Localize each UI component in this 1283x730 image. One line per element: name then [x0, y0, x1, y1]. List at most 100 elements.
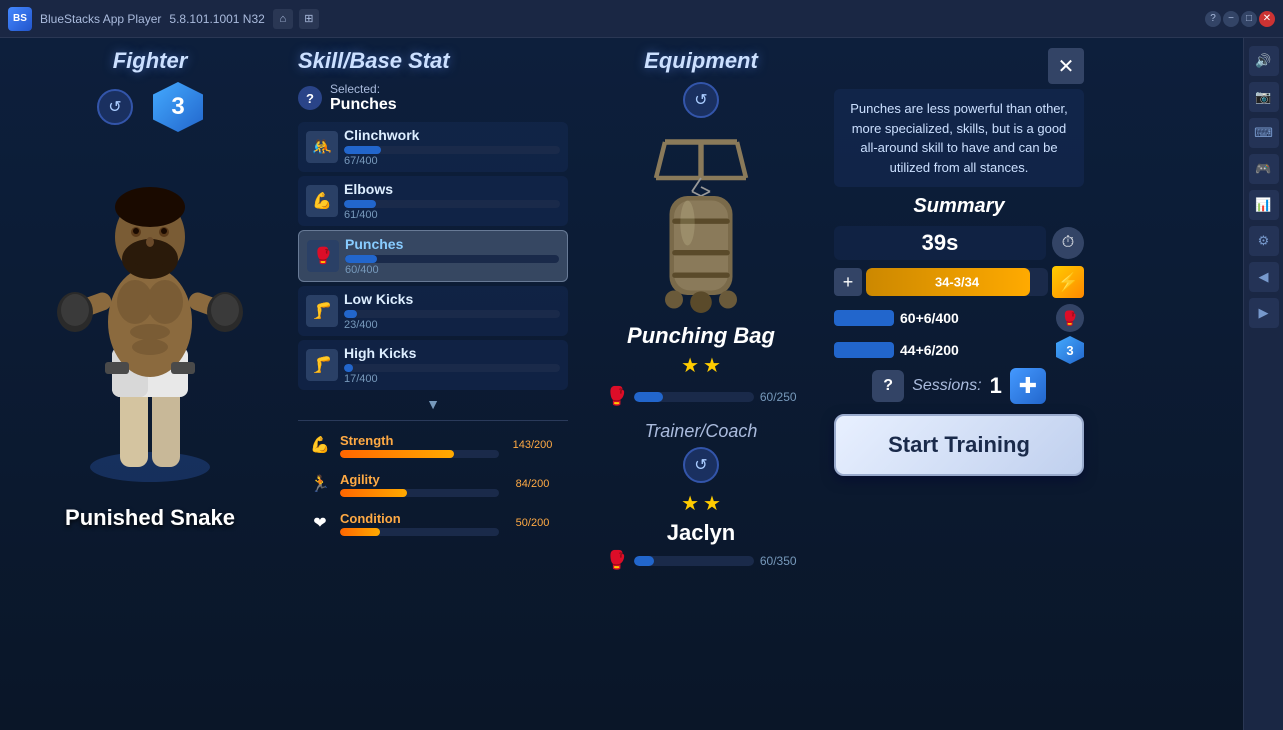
- summary-time: 39s: [834, 226, 1046, 260]
- skill-item-high-kicks[interactable]: 🦵 High Kicks 17/400: [298, 340, 568, 390]
- low-kicks-icon: 🦵: [306, 295, 338, 327]
- sidebar-tool-back[interactable]: ◀: [1249, 262, 1279, 292]
- skill-item-clinchwork[interactable]: 🤼 Clinchwork 67/400: [298, 122, 568, 172]
- skill-section-title: Skill/Base Stat: [298, 48, 568, 74]
- clinchwork-icon: 🤼: [306, 131, 338, 163]
- sidebar-tool-stats[interactable]: 📊: [1249, 190, 1279, 220]
- maximize-button[interactable]: □: [1241, 11, 1257, 27]
- trainer-stat-row: 🥊 60/350: [605, 550, 796, 571]
- strength-icon: 💪: [306, 431, 334, 459]
- elbows-bar: [344, 200, 560, 208]
- sidebar-tool-forward[interactable]: ▶: [1249, 298, 1279, 328]
- stat2-value: 44+6/200: [900, 342, 1050, 358]
- equipment-stat-bar-fill: [634, 392, 663, 402]
- help-button[interactable]: ?: [1205, 11, 1221, 27]
- low-kicks-info: Low Kicks 23/400: [344, 291, 560, 331]
- sidebar-tool-gamepad[interactable]: 🎮: [1249, 154, 1279, 184]
- sidebar-tool-sound[interactable]: 🔊: [1249, 46, 1279, 76]
- equipment-refresh-button[interactable]: ↺: [683, 82, 719, 118]
- punches-bar: [345, 255, 559, 263]
- fighter-refresh-button[interactable]: ↺: [97, 89, 133, 125]
- equipment-stat-bar: [634, 392, 754, 402]
- high-kicks-name: High Kicks: [344, 345, 560, 361]
- sessions-label: Sessions:: [912, 377, 981, 395]
- close-button[interactable]: ✕: [1259, 11, 1275, 27]
- energy-plus-button[interactable]: +: [834, 268, 862, 296]
- selected-skill-name: Punches: [330, 96, 397, 114]
- right-sidebar: 🔊 📷 ⌨ 🎮 📊 ⚙ ◀ ▶: [1243, 38, 1283, 730]
- sessions-help-button[interactable]: ?: [872, 370, 904, 402]
- app-version: 5.8.101.1001 N32: [169, 12, 264, 26]
- stat1-row: 60+6/400 🥊: [834, 304, 1084, 332]
- condition-bar-fill: [340, 528, 380, 536]
- summary-section: ✕ Punches are less powerful than other, …: [834, 48, 1084, 720]
- skill-item-low-kicks[interactable]: 🦵 Low Kicks 23/400: [298, 286, 568, 336]
- strength-info: Strength: [340, 433, 499, 458]
- clinchwork-bar: [344, 146, 560, 154]
- sessions-count: 1: [990, 373, 1002, 399]
- equipment-section: Equipment ↺: [576, 48, 826, 720]
- skill-section: Skill/Base Stat ? Selected: Punches 🤼 Cl…: [298, 48, 568, 720]
- app-title: BlueStacks App Player: [40, 12, 161, 26]
- strength-label: Strength: [340, 433, 499, 448]
- title-bar-controls: ? − □ ✕: [1205, 11, 1275, 27]
- elbows-icon: 💪: [306, 185, 338, 217]
- minimize-button[interactable]: −: [1223, 11, 1239, 27]
- strength-bar: [340, 450, 499, 458]
- star-2: ★: [703, 353, 721, 378]
- condition-label: Condition: [340, 511, 499, 526]
- condition-info: Condition: [340, 511, 499, 536]
- trainer-refresh-button[interactable]: ↺: [683, 447, 719, 483]
- agility-value: 84/200: [505, 478, 560, 490]
- sidebar-tool-settings[interactable]: ⚙: [1249, 226, 1279, 256]
- stat1-value: 60+6/400: [900, 310, 1050, 326]
- sessions-plus-button[interactable]: ✚: [1010, 368, 1046, 404]
- condition-value: 50/200: [505, 517, 560, 529]
- title-bar: BS BlueStacks App Player 5.8.101.1001 N3…: [0, 0, 1283, 38]
- title-icons: ⌂ ⊞: [273, 9, 319, 29]
- equipment-display: [601, 123, 801, 323]
- star-1: ★: [681, 353, 699, 378]
- sidebar-tool-keyboard[interactable]: ⌨: [1249, 118, 1279, 148]
- trainer-stars: ★ ★: [681, 491, 721, 516]
- sidebar-tool-camera[interactable]: 📷: [1249, 82, 1279, 112]
- home-icon[interactable]: ⌂: [273, 9, 293, 29]
- equipment-stars: ★ ★: [681, 353, 721, 378]
- elbows-name: Elbows: [344, 181, 560, 197]
- fighter-image: [40, 137, 260, 497]
- condition-icon: ❤: [306, 509, 334, 537]
- trainer-title: Trainer/Coach: [645, 421, 758, 442]
- stat-strength: 💪 Strength 143/200: [298, 427, 568, 463]
- main-content: Fighter ↺ 3: [0, 38, 1243, 730]
- start-training-button[interactable]: Start Training: [834, 414, 1084, 476]
- sessions-row: ? Sessions: 1 ✚: [834, 368, 1084, 404]
- punches-icon: 🥊: [307, 240, 339, 272]
- trainer-name: Jaclyn: [667, 520, 736, 546]
- skill-item-elbows[interactable]: 💪 Elbows 61/400: [298, 176, 568, 226]
- punches-name: Punches: [345, 236, 559, 252]
- stat2-row: 44+6/200 3: [834, 336, 1084, 364]
- skill-item-punches[interactable]: 🥊 Punches 60/400: [298, 230, 568, 282]
- trainer-section: Trainer/Coach ↺ ★ ★ Jaclyn 🥊 60/350: [576, 421, 826, 575]
- elbows-value: 61/400: [344, 209, 560, 221]
- game-area: Fighter ↺ 3: [0, 38, 1283, 730]
- trainer-stat-value: 60/350: [760, 554, 797, 568]
- grid-icon[interactable]: ⊞: [299, 9, 319, 29]
- clinchwork-name: Clinchwork: [344, 127, 560, 143]
- timer-icon: ⏱: [1052, 227, 1084, 259]
- skill-header: ? Selected: Punches: [298, 82, 568, 114]
- clinchwork-bar-fill: [344, 146, 381, 154]
- fighter-controls: ↺ 3: [97, 82, 203, 132]
- skill-help-icon[interactable]: ?: [298, 86, 322, 110]
- high-kicks-info: High Kicks 17/400: [344, 345, 560, 385]
- high-kicks-bar: [344, 364, 560, 372]
- energy-bar: 34-3/34: [866, 268, 1048, 296]
- title-bar-left: BS BlueStacks App Player 5.8.101.1001 N3…: [8, 7, 1205, 31]
- elbows-info: Elbows 61/400: [344, 181, 560, 221]
- equipment-name: Punching Bag: [627, 323, 775, 349]
- energy-row: + 34-3/34 ⚡: [834, 266, 1084, 298]
- selected-label: Selected:: [330, 82, 397, 96]
- low-kicks-bar-fill: [344, 310, 357, 318]
- close-button[interactable]: ✕: [1048, 48, 1084, 84]
- stat2-level-badge: 3: [1056, 336, 1084, 364]
